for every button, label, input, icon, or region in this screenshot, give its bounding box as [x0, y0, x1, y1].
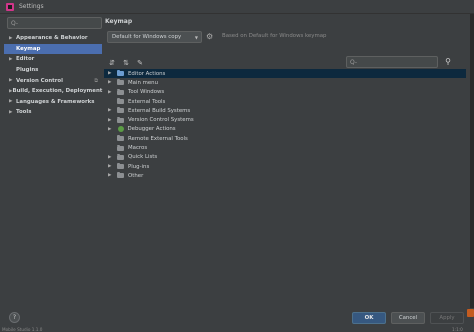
action-group-label: Main menu [128, 79, 158, 86]
page-title: Keymap [105, 18, 133, 25]
find-by-shortcut-icon[interactable]: ⚲ [442, 56, 454, 68]
keymap-select-value: Default for Windows copy [112, 34, 182, 40]
sidebar-item-label: Tools [16, 109, 32, 116]
action-group-row[interactable]: ▶ Main menu [104, 78, 466, 87]
folder-icon [117, 163, 124, 170]
status-version: 1:1:0 [452, 327, 463, 332]
action-group-row[interactable]: External Tools [104, 97, 466, 106]
action-group-row[interactable]: ▶ Other [104, 171, 466, 180]
sidebar-item-label: Plugins [16, 67, 39, 74]
folder-icon [117, 79, 124, 86]
sidebar-item[interactable]: Plugins [4, 65, 102, 76]
action-group-label: Editor Actions [128, 70, 166, 77]
sidebar-item[interactable]: ▶ Editor [4, 54, 102, 65]
action-group-label: External Build Systems [128, 107, 191, 114]
sidebar-item-label: Version Control [16, 77, 63, 84]
settings-sidebar: Q- ▶ Appearance & Behavior Keymap ▶ Editor Pl… [4, 17, 102, 305]
action-search-input[interactable]: Q- [346, 56, 438, 68]
action-group-row[interactable]: Macros [104, 143, 466, 152]
action-group-row[interactable]: ▶ External Build Systems [104, 106, 466, 115]
chevron-right-icon[interactable]: ▶ [9, 99, 16, 104]
expand-all-icon[interactable]: ⇵ [108, 58, 116, 68]
chevron-down-icon: ▼ [194, 34, 198, 40]
action-group-row[interactable]: ▶ Plug-ins [104, 162, 466, 171]
warning-icon[interactable] [467, 309, 474, 317]
search-icon: Q- [11, 19, 19, 27]
apply-button[interactable]: Apply [430, 312, 464, 324]
app-logo-icon [6, 2, 14, 11]
sidebar-item-label: Appearance & Behavior [16, 35, 88, 42]
ok-button[interactable]: OK [352, 312, 386, 324]
keymap-panel: Keymap Default for Windows copy ▼ ⚙ Base… [104, 17, 474, 309]
action-group-label: Version Control Systems [128, 117, 194, 124]
action-group-label: Quick Lists [128, 154, 158, 161]
chevron-right-icon[interactable]: ▶ [9, 36, 16, 41]
action-group-row[interactable]: ▶ Editor Actions [104, 69, 466, 79]
action-group-row[interactable]: ▶ Tool Windows [104, 88, 466, 97]
chevron-right-icon[interactable]: ▶ [108, 127, 117, 132]
settings-tree: ▶ Appearance & Behavior Keymap ▶ Editor Plugi… [4, 33, 102, 118]
chevron-right-icon[interactable]: ▶ [108, 118, 117, 123]
sidebar-item[interactable]: ▶ Appearance & Behavior [4, 33, 102, 44]
dialog-footer: ? OK Cancel Apply Mobile Studio 1.1.0 1:… [0, 308, 474, 332]
action-group-row[interactable]: ▶ Quick Lists [104, 153, 466, 162]
based-on-note: Based on Default for Windows keymap [222, 33, 327, 39]
folder-icon [117, 98, 124, 105]
keymap-select[interactable]: Default for Windows copy ▼ [107, 31, 202, 43]
chevron-right-icon[interactable]: ▶ [9, 57, 16, 62]
window-title: Settings [19, 3, 44, 10]
folder-icon [117, 135, 124, 142]
action-group-label: Tool Windows [128, 89, 165, 96]
window-edge [470, 14, 474, 308]
action-group-label: Macros [128, 145, 148, 152]
debugger-icon [117, 126, 124, 133]
sidebar-item-label: Keymap [16, 45, 41, 52]
chevron-right-icon[interactable]: ▶ [108, 71, 117, 76]
action-group-label: Debugger Actions [127, 126, 176, 133]
folder-icon [117, 107, 124, 114]
action-group-row[interactable]: ▶ Debugger Actions [104, 125, 466, 134]
collapse-all-icon[interactable]: ⇅ [122, 58, 130, 68]
folder-icon [117, 70, 124, 77]
sidebar-item[interactable]: ▶ Tools [4, 107, 102, 118]
search-icon: Q- [350, 58, 358, 66]
action-group-label: Other [128, 172, 144, 179]
cancel-button[interactable]: Cancel [391, 312, 425, 324]
status-text: Mobile Studio 1.1.0 [2, 327, 43, 332]
folder-icon [117, 88, 124, 95]
sidebar-item[interactable]: ▶ Languages & Frameworks [4, 97, 102, 108]
chevron-right-icon[interactable]: ▶ [108, 173, 117, 178]
actions-tree: ▶ Editor Actions ▶ Main menu ▶ Tool Windows Ex… [104, 69, 466, 181]
sidebar-item[interactable]: ▶ Version Control ⧉ [4, 75, 102, 86]
keymap-toolbar: ⇵ ⇅ ✎ [108, 57, 144, 69]
chevron-right-icon[interactable]: ▶ [9, 110, 16, 115]
title-bar: Settings [0, 0, 474, 14]
sidebar-item[interactable]: Keymap [4, 43, 102, 55]
gear-icon[interactable]: ⚙ [206, 31, 216, 43]
action-group-label: Plug-ins [128, 163, 150, 170]
help-button[interactable]: ? [9, 312, 20, 323]
chevron-right-icon[interactable]: ▶ [108, 155, 117, 160]
folder-icon [117, 116, 124, 123]
chevron-right-icon[interactable]: ▶ [108, 90, 117, 95]
project-scope-icon: ⧉ [94, 77, 98, 84]
sidebar-item-label: Build, Execution, Deployment [12, 88, 103, 95]
folder-icon [117, 153, 124, 160]
action-group-label: Remote External Tools [128, 135, 188, 142]
folder-icon [117, 144, 124, 151]
settings-search-input[interactable]: Q- [7, 17, 102, 29]
sidebar-item-label: Languages & Frameworks [16, 98, 95, 105]
edit-shortcut-icon[interactable]: ✎ [136, 58, 144, 68]
chevron-right-icon[interactable]: ▶ [108, 108, 117, 113]
sidebar-item-label: Editor [16, 56, 35, 63]
chevron-right-icon[interactable]: ▶ [108, 80, 117, 85]
chevron-right-icon[interactable]: ▶ [9, 78, 16, 83]
action-group-row[interactable]: ▶ Version Control Systems [104, 115, 466, 124]
folder-icon [117, 172, 124, 179]
action-group-row[interactable]: Remote External Tools [104, 134, 466, 143]
chevron-right-icon[interactable]: ▶ [108, 164, 117, 169]
action-group-label: External Tools [128, 98, 166, 105]
sidebar-item[interactable]: ▶ Build, Execution, Deployment [4, 86, 102, 97]
